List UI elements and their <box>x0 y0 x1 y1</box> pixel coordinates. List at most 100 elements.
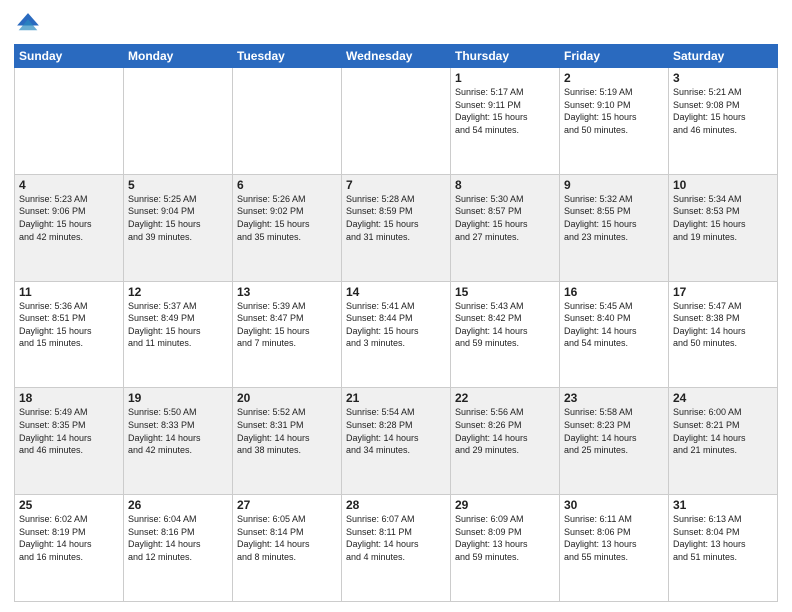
calendar-cell: 14Sunrise: 5:41 AM Sunset: 8:44 PM Dayli… <box>342 281 451 388</box>
day-info: Sunrise: 5:56 AM Sunset: 8:26 PM Dayligh… <box>455 406 555 456</box>
calendar-cell: 13Sunrise: 5:39 AM Sunset: 8:47 PM Dayli… <box>233 281 342 388</box>
day-info: Sunrise: 5:41 AM Sunset: 8:44 PM Dayligh… <box>346 300 446 350</box>
calendar-cell: 6Sunrise: 5:26 AM Sunset: 9:02 PM Daylig… <box>233 174 342 281</box>
day-number: 31 <box>673 498 773 512</box>
day-info: Sunrise: 6:04 AM Sunset: 8:16 PM Dayligh… <box>128 513 228 563</box>
calendar-cell: 5Sunrise: 5:25 AM Sunset: 9:04 PM Daylig… <box>124 174 233 281</box>
day-info: Sunrise: 5:49 AM Sunset: 8:35 PM Dayligh… <box>19 406 119 456</box>
calendar-cell: 27Sunrise: 6:05 AM Sunset: 8:14 PM Dayli… <box>233 495 342 602</box>
day-info: Sunrise: 5:50 AM Sunset: 8:33 PM Dayligh… <box>128 406 228 456</box>
day-number: 7 <box>346 178 446 192</box>
day-info: Sunrise: 5:39 AM Sunset: 8:47 PM Dayligh… <box>237 300 337 350</box>
calendar-cell: 31Sunrise: 6:13 AM Sunset: 8:04 PM Dayli… <box>669 495 778 602</box>
logo <box>14 10 44 38</box>
day-info: Sunrise: 5:19 AM Sunset: 9:10 PM Dayligh… <box>564 86 664 136</box>
day-number: 18 <box>19 391 119 405</box>
day-number: 9 <box>564 178 664 192</box>
day-info: Sunrise: 5:32 AM Sunset: 8:55 PM Dayligh… <box>564 193 664 243</box>
day-info: Sunrise: 5:47 AM Sunset: 8:38 PM Dayligh… <box>673 300 773 350</box>
weekday-header-friday: Friday <box>560 45 669 68</box>
logo-icon <box>14 10 42 38</box>
day-number: 25 <box>19 498 119 512</box>
day-info: Sunrise: 5:45 AM Sunset: 8:40 PM Dayligh… <box>564 300 664 350</box>
calendar-cell: 30Sunrise: 6:11 AM Sunset: 8:06 PM Dayli… <box>560 495 669 602</box>
day-number: 30 <box>564 498 664 512</box>
calendar-cell: 20Sunrise: 5:52 AM Sunset: 8:31 PM Dayli… <box>233 388 342 495</box>
calendar-cell: 19Sunrise: 5:50 AM Sunset: 8:33 PM Dayli… <box>124 388 233 495</box>
day-info: Sunrise: 5:25 AM Sunset: 9:04 PM Dayligh… <box>128 193 228 243</box>
weekday-header-tuesday: Tuesday <box>233 45 342 68</box>
day-info: Sunrise: 5:30 AM Sunset: 8:57 PM Dayligh… <box>455 193 555 243</box>
calendar-cell: 15Sunrise: 5:43 AM Sunset: 8:42 PM Dayli… <box>451 281 560 388</box>
day-number: 29 <box>455 498 555 512</box>
day-number: 26 <box>128 498 228 512</box>
weekday-header-saturday: Saturday <box>669 45 778 68</box>
calendar-cell: 2Sunrise: 5:19 AM Sunset: 9:10 PM Daylig… <box>560 68 669 175</box>
calendar-row-0: 1Sunrise: 5:17 AM Sunset: 9:11 PM Daylig… <box>15 68 778 175</box>
calendar-cell: 24Sunrise: 6:00 AM Sunset: 8:21 PM Dayli… <box>669 388 778 495</box>
day-number: 11 <box>19 285 119 299</box>
calendar-table: SundayMondayTuesdayWednesdayThursdayFrid… <box>14 44 778 602</box>
calendar-cell: 17Sunrise: 5:47 AM Sunset: 8:38 PM Dayli… <box>669 281 778 388</box>
day-info: Sunrise: 5:17 AM Sunset: 9:11 PM Dayligh… <box>455 86 555 136</box>
calendar-cell: 29Sunrise: 6:09 AM Sunset: 8:09 PM Dayli… <box>451 495 560 602</box>
day-number: 17 <box>673 285 773 299</box>
calendar-cell <box>124 68 233 175</box>
day-number: 16 <box>564 285 664 299</box>
day-info: Sunrise: 5:34 AM Sunset: 8:53 PM Dayligh… <box>673 193 773 243</box>
calendar-cell: 25Sunrise: 6:02 AM Sunset: 8:19 PM Dayli… <box>15 495 124 602</box>
day-info: Sunrise: 5:26 AM Sunset: 9:02 PM Dayligh… <box>237 193 337 243</box>
day-info: Sunrise: 5:28 AM Sunset: 8:59 PM Dayligh… <box>346 193 446 243</box>
calendar-cell <box>233 68 342 175</box>
calendar-cell <box>15 68 124 175</box>
day-info: Sunrise: 5:23 AM Sunset: 9:06 PM Dayligh… <box>19 193 119 243</box>
calendar-row-4: 25Sunrise: 6:02 AM Sunset: 8:19 PM Dayli… <box>15 495 778 602</box>
day-number: 3 <box>673 71 773 85</box>
day-number: 19 <box>128 391 228 405</box>
day-info: Sunrise: 6:05 AM Sunset: 8:14 PM Dayligh… <box>237 513 337 563</box>
weekday-header-sunday: Sunday <box>15 45 124 68</box>
day-info: Sunrise: 6:09 AM Sunset: 8:09 PM Dayligh… <box>455 513 555 563</box>
header <box>14 10 778 38</box>
calendar-cell: 28Sunrise: 6:07 AM Sunset: 8:11 PM Dayli… <box>342 495 451 602</box>
day-number: 13 <box>237 285 337 299</box>
calendar-cell: 18Sunrise: 5:49 AM Sunset: 8:35 PM Dayli… <box>15 388 124 495</box>
day-number: 23 <box>564 391 664 405</box>
day-info: Sunrise: 5:43 AM Sunset: 8:42 PM Dayligh… <box>455 300 555 350</box>
day-number: 20 <box>237 391 337 405</box>
day-info: Sunrise: 5:52 AM Sunset: 8:31 PM Dayligh… <box>237 406 337 456</box>
calendar-cell: 7Sunrise: 5:28 AM Sunset: 8:59 PM Daylig… <box>342 174 451 281</box>
day-number: 4 <box>19 178 119 192</box>
day-number: 21 <box>346 391 446 405</box>
calendar-cell: 3Sunrise: 5:21 AM Sunset: 9:08 PM Daylig… <box>669 68 778 175</box>
calendar-row-3: 18Sunrise: 5:49 AM Sunset: 8:35 PM Dayli… <box>15 388 778 495</box>
calendar-header-row: SundayMondayTuesdayWednesdayThursdayFrid… <box>15 45 778 68</box>
day-info: Sunrise: 5:21 AM Sunset: 9:08 PM Dayligh… <box>673 86 773 136</box>
day-number: 14 <box>346 285 446 299</box>
day-number: 24 <box>673 391 773 405</box>
day-number: 1 <box>455 71 555 85</box>
weekday-header-monday: Monday <box>124 45 233 68</box>
day-info: Sunrise: 6:11 AM Sunset: 8:06 PM Dayligh… <box>564 513 664 563</box>
calendar-cell: 23Sunrise: 5:58 AM Sunset: 8:23 PM Dayli… <box>560 388 669 495</box>
calendar-cell: 4Sunrise: 5:23 AM Sunset: 9:06 PM Daylig… <box>15 174 124 281</box>
calendar-cell: 12Sunrise: 5:37 AM Sunset: 8:49 PM Dayli… <box>124 281 233 388</box>
calendar-cell: 9Sunrise: 5:32 AM Sunset: 8:55 PM Daylig… <box>560 174 669 281</box>
day-info: Sunrise: 6:00 AM Sunset: 8:21 PM Dayligh… <box>673 406 773 456</box>
day-number: 10 <box>673 178 773 192</box>
calendar-cell: 21Sunrise: 5:54 AM Sunset: 8:28 PM Dayli… <box>342 388 451 495</box>
calendar-cell: 11Sunrise: 5:36 AM Sunset: 8:51 PM Dayli… <box>15 281 124 388</box>
day-number: 28 <box>346 498 446 512</box>
day-number: 27 <box>237 498 337 512</box>
calendar-cell <box>342 68 451 175</box>
day-info: Sunrise: 6:02 AM Sunset: 8:19 PM Dayligh… <box>19 513 119 563</box>
day-info: Sunrise: 6:07 AM Sunset: 8:11 PM Dayligh… <box>346 513 446 563</box>
day-info: Sunrise: 5:36 AM Sunset: 8:51 PM Dayligh… <box>19 300 119 350</box>
calendar-row-2: 11Sunrise: 5:36 AM Sunset: 8:51 PM Dayli… <box>15 281 778 388</box>
day-number: 22 <box>455 391 555 405</box>
calendar-row-1: 4Sunrise: 5:23 AM Sunset: 9:06 PM Daylig… <box>15 174 778 281</box>
day-info: Sunrise: 5:58 AM Sunset: 8:23 PM Dayligh… <box>564 406 664 456</box>
day-info: Sunrise: 5:37 AM Sunset: 8:49 PM Dayligh… <box>128 300 228 350</box>
day-info: Sunrise: 5:54 AM Sunset: 8:28 PM Dayligh… <box>346 406 446 456</box>
calendar-cell: 16Sunrise: 5:45 AM Sunset: 8:40 PM Dayli… <box>560 281 669 388</box>
